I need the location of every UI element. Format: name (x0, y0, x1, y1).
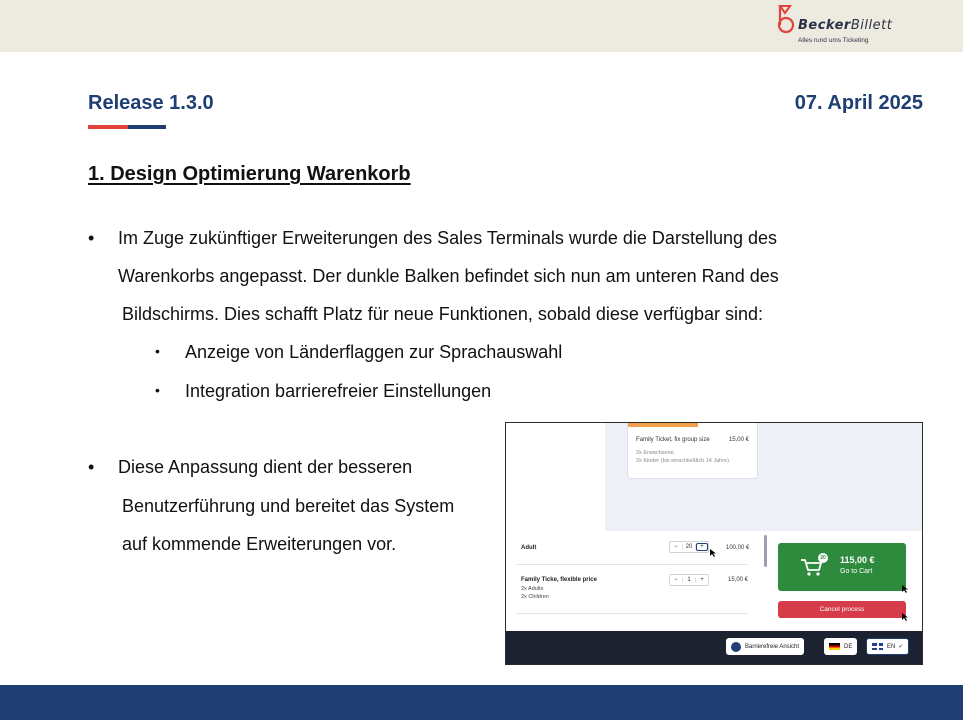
cart-count-badge: 20 (818, 553, 828, 563)
bullet-dot: • (88, 228, 95, 248)
cart-panel: Adult − 20 + 100,00 € Family Ticke, flex… (506, 531, 922, 631)
cart-item-price: 15,00 € (728, 577, 749, 583)
bullet-dot: • (88, 457, 95, 477)
ticket-desc-line2: 2x Kinder (bis einschließlich 14 Jahre) (636, 458, 729, 464)
ticket-image-strip (628, 423, 698, 427)
cart-item-label: Adult (521, 545, 537, 551)
bullet1-line3: Bildschirms. Dies schafft Platz für neue… (122, 304, 763, 324)
go-to-cart-button[interactable]: 20 115,00 € Go to Cart (778, 543, 906, 591)
cart-total: 115,00 € (840, 555, 875, 565)
language-de-label: DE (844, 643, 853, 650)
section-title: 1. Design Optimierung Warenkorb (88, 163, 411, 185)
decrement-button[interactable]: − (670, 544, 682, 550)
ticket-price: 15,00 € (728, 437, 749, 443)
sub-bullet-dot: • (155, 343, 160, 359)
accent-line-navy (128, 125, 166, 129)
quantity-value[interactable]: 20 (682, 544, 696, 550)
language-de-button[interactable]: DE (824, 638, 858, 655)
language-en-button[interactable]: EN ✓ (866, 638, 910, 655)
bullet1-sub1: Anzeige von Länderflaggen zur Sprachausw… (185, 342, 563, 362)
language-en-label: EN (887, 643, 896, 650)
cart-item-label: Family Ticke, flexible price (521, 577, 597, 583)
accessibility-label: Barrierefreie Ansicht (745, 643, 800, 650)
accent-line-red (88, 125, 128, 129)
mouse-cursor-icon (710, 549, 716, 557)
ticket-desc-line1: 2x Erwachsene, (636, 450, 676, 456)
screenshot-left-area (506, 423, 605, 531)
logo-tagline: Alles rund ums Ticketing (798, 37, 869, 44)
release-date: 07. April 2025 (794, 92, 923, 114)
cart-item-sub: 2x Adults (521, 586, 544, 592)
bullet2-line1: Diese Anpassung dient der besseren (118, 457, 413, 477)
cart-item-sub: 2x Children (521, 594, 549, 600)
increment-button[interactable]: + (696, 543, 708, 551)
bullet2-line3: auf kommende Erweiterungen vor. (122, 534, 397, 554)
quantity-stepper[interactable]: − 20 + (669, 541, 709, 553)
bullet1-sub2: Integration barrierefreier Einstellungen (185, 381, 492, 401)
footer-band (0, 685, 963, 720)
german-flag-icon (829, 643, 840, 650)
decrement-button[interactable]: − (670, 577, 682, 583)
bullet1-line2: Warenkorbs angepasst. Der dunkle Balken … (118, 266, 779, 286)
cart-item-price: 100,00 € (726, 545, 750, 551)
row-divider (516, 564, 748, 565)
cancel-process-button[interactable]: Cancel process (778, 601, 906, 618)
logo-mark-icon (777, 5, 795, 34)
sub-bullet-dot: • (155, 382, 160, 398)
increment-button[interactable]: + (696, 577, 708, 583)
bullet2-line2: Benutzerführung und bereitet das System (122, 496, 455, 516)
quantity-value[interactable]: 1 (682, 577, 696, 583)
go-to-cart-label: Go to Cart (840, 568, 873, 575)
bullet1-line1: Im Zuge zukünftiger Erweiterungen des Sa… (118, 228, 778, 248)
checkmark-icon: ✓ (898, 644, 904, 650)
logo-wordmark: BeckerBillett (798, 18, 893, 33)
release-version: Release 1.3.0 (88, 92, 214, 114)
becker-billett-logo: BeckerBillett Alles rund ums Ticketing (776, 4, 926, 48)
bottom-bar: Barrierefreie Ansicht DE EN ✓ (506, 631, 922, 664)
row-divider (516, 613, 748, 614)
ticket-name: Family Ticket, fix group size (636, 437, 710, 443)
scrollbar[interactable] (764, 535, 767, 567)
quantity-stepper[interactable]: − 1 + (669, 574, 709, 586)
accessibility-view-button[interactable]: Barrierefreie Ansicht (726, 638, 805, 655)
uk-flag-icon (872, 643, 883, 650)
header-band: BeckerBillett Alles rund ums Ticketing (0, 0, 963, 52)
mouse-cursor-icon (902, 585, 908, 593)
ticket-card[interactable]: Family Ticket, fix group size 15,00 € 2x… (627, 423, 758, 479)
mouse-cursor-icon (902, 613, 908, 621)
accessibility-icon (731, 641, 741, 652)
sales-terminal-screenshot: Family Ticket, fix group size 15,00 € 2x… (505, 422, 923, 665)
